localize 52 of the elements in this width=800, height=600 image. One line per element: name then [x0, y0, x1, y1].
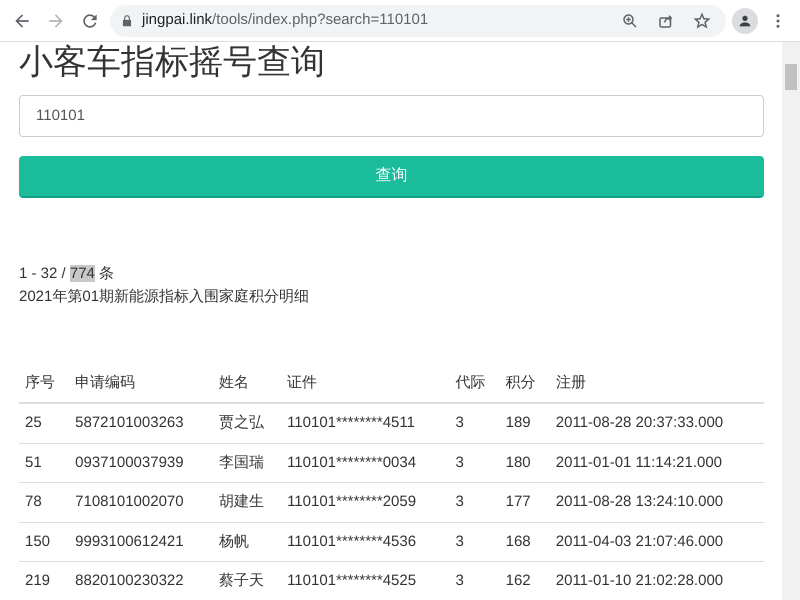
- column-header: 序号: [19, 364, 70, 404]
- table-cell: 9993100612421: [69, 522, 213, 562]
- table-cell: 162: [500, 562, 550, 600]
- table-cell: 胡建生: [213, 482, 282, 522]
- table-cell: 168: [500, 522, 550, 562]
- table-cell: 0937100037939: [69, 443, 213, 483]
- table-caption: 2021年第01期新能源指标入围家庭积分明细: [19, 286, 310, 307]
- table-cell: 110101********4536: [281, 522, 450, 562]
- table-cell: 蔡子天: [213, 562, 282, 600]
- table-cell: 3: [449, 403, 500, 444]
- table-cell: 2011-08-28 20:37:33.000: [550, 403, 764, 444]
- table-cell: 8820100230322: [69, 562, 213, 600]
- url-text: jingpai.link/tools/index.php?search=110101: [142, 10, 428, 30]
- table-cell: 2011-01-10 21:02:28.000: [550, 562, 764, 600]
- table-cell: 51: [19, 443, 70, 483]
- search-field[interactable]: 110101: [19, 94, 764, 137]
- column-header: 申请编码: [69, 364, 213, 404]
- table-cell: 25: [19, 403, 70, 444]
- column-header: 注册: [550, 364, 764, 404]
- column-header: 姓名: [213, 364, 282, 404]
- table-cell: 219: [19, 562, 70, 600]
- scrollbar[interactable]: [782, 42, 800, 600]
- table-cell: 贾之弘: [213, 403, 282, 444]
- table-cell: 杨帆: [213, 522, 282, 562]
- table-cell: 110101********4511: [281, 403, 450, 444]
- table-cell: 177: [500, 482, 550, 522]
- table-cell: 150: [19, 522, 70, 562]
- scrollbar-thumb[interactable]: [785, 64, 797, 90]
- table-cell: 110101********2059: [281, 482, 450, 522]
- table-cell: 110101********4525: [281, 562, 450, 600]
- column-header: 证件: [281, 364, 450, 404]
- page-title: 小客车指标摇号查询: [19, 42, 326, 83]
- column-header: 代际: [449, 364, 500, 404]
- column-header: 积分: [500, 364, 550, 404]
- profile-icon[interactable]: [732, 8, 758, 34]
- result-count: 1 - 32 / 774 条: [19, 264, 116, 284]
- lock-icon: [120, 14, 134, 28]
- table-cell: 3: [449, 562, 500, 600]
- table-cell: 3: [449, 443, 500, 483]
- table-cell: 2011-01-01 11:14:21.000: [550, 443, 764, 483]
- table-cell: 2011-04-03 21:07:46.000: [550, 522, 764, 562]
- table-cell: 3: [449, 482, 500, 522]
- table-cell: 180: [500, 443, 550, 483]
- table-cell: 3: [449, 522, 500, 562]
- table-cell: 李国瑞: [213, 443, 282, 483]
- table-cell: 7108101002070: [69, 482, 213, 522]
- table-cell: 110101********0034: [281, 443, 450, 483]
- table-cell: 2011-08-28 13:24:10.000: [550, 482, 764, 522]
- table-cell: 5872101003263: [69, 403, 213, 444]
- table-cell: 78: [19, 482, 70, 522]
- table-cell: 189: [500, 403, 550, 444]
- address-bar[interactable]: jingpai.link/tools/index.php?search=110101: [110, 4, 726, 36]
